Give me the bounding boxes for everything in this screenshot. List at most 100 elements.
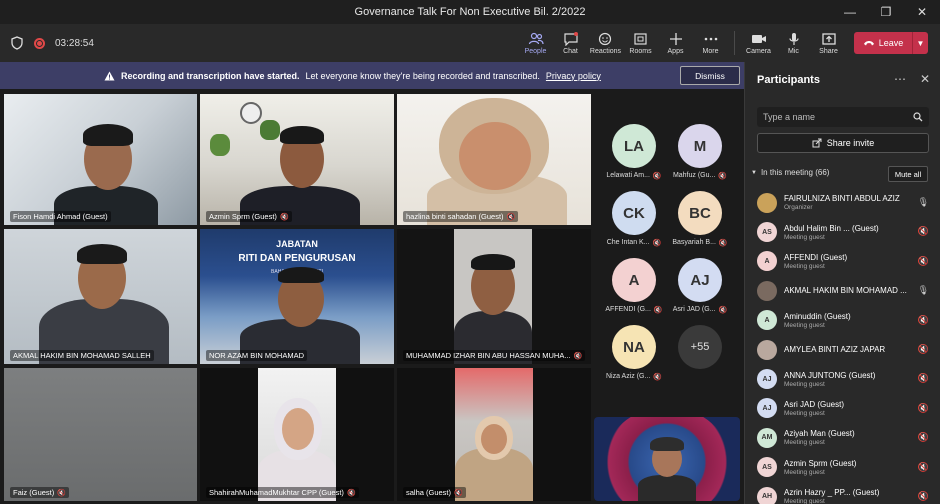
recording-icon: [34, 37, 45, 49]
participant-row[interactable]: AH Azrin Hazry _ PP... (Guest) Meeting gue…: [745, 482, 940, 504]
shield-icon[interactable]: [10, 36, 24, 50]
rooms-button[interactable]: Rooms: [624, 24, 658, 62]
chevron-down-icon[interactable]: ▼: [912, 32, 928, 54]
background-banner-text: RITI DAN PENGURUSAN: [238, 253, 356, 264]
participant-row[interactable]: FA FAIRULNIZA BINTI ABDUL AZIZOrganizer 🎙: [745, 188, 940, 217]
chat-icon: [563, 31, 579, 46]
participant-name-label: Fison Hamdi Ahmad (Guest): [10, 211, 111, 222]
dismiss-button[interactable]: Dismiss: [680, 66, 740, 85]
close-panel-icon[interactable]: ✕: [920, 72, 930, 86]
participant-name-label: MUHAMMAD IZHAR BIN ABU HASSAN MUHA... 🔇: [403, 350, 586, 361]
leave-button[interactable]: Leave ▼: [854, 32, 928, 54]
participant-name: Aziyah Man (Guest): [784, 429, 855, 439]
avatar: A: [612, 258, 656, 302]
share-button[interactable]: Share: [812, 24, 846, 62]
participant-name: Asri JAD (Guest): [784, 399, 845, 409]
video-tile[interactable]: Azmin Sprm (Guest) 🔇: [200, 94, 394, 225]
microphone-off-icon[interactable]: 🔇: [918, 256, 929, 267]
microphone-icon[interactable]: 🎙: [918, 285, 929, 296]
microphone-off-icon[interactable]: 🔇: [918, 315, 929, 326]
participant-row[interactable]: AJ Asri JAD (Guest) Meeting guest 🔇: [745, 394, 940, 423]
share-invite-icon: [812, 138, 822, 148]
participant-row[interactable]: AJ ANNA JUNTONG (Guest) Meeting guest 🔇: [745, 364, 940, 393]
microphone-off-icon: 🔇: [718, 240, 728, 247]
mic-label: Mic: [788, 47, 799, 55]
video-tile[interactable]: AKMAL HAKIM BIN MOHAMAD SALLEH: [4, 229, 197, 364]
people-button[interactable]: People: [519, 24, 553, 62]
reactions-button[interactable]: Reactions: [589, 24, 623, 62]
participant-row[interactable]: AS Abdul Halim Bin ... (Guest) Meeting gue…: [745, 217, 940, 246]
hang-up-icon: [863, 41, 874, 46]
participant-row[interactable]: AM Aziyah Man (Guest) Meeting guest 🔇: [745, 423, 940, 452]
meeting-toolbar: 03:28:54 People Chat Reactions Rooms App…: [0, 24, 940, 62]
share-invite-button[interactable]: Share invite: [757, 133, 929, 153]
mic-button[interactable]: Mic: [777, 24, 811, 62]
participant-row[interactable]: AK AKMAL HAKIM BIN MOHAMAD ... 🎙: [745, 276, 940, 305]
video-tile[interactable]: salha (Guest) 🔇: [397, 368, 591, 501]
microphone-off-icon[interactable]: 🔇: [918, 491, 929, 502]
more-participants-button[interactable]: +55: [670, 325, 730, 369]
gallery-participant[interactable]: BC Basyariah B... 🔇: [670, 191, 730, 247]
video-tile[interactable]: Faiz (Guest) 🔇: [4, 368, 197, 501]
more-options-icon[interactable]: ⋯: [894, 72, 906, 86]
microphone-off-icon: 🔇: [652, 240, 662, 247]
close-icon[interactable]: ✕: [904, 0, 940, 24]
share-screen-icon: [821, 32, 837, 46]
microphone-off-icon[interactable]: 🔇: [918, 403, 929, 414]
participant-row[interactable]: AB AMYLEA BINTI AZIZ JAPAR 🔇: [745, 335, 940, 364]
gallery-name: Che Intan K...: [606, 239, 650, 246]
microphone-off-icon[interactable]: 🔇: [918, 462, 929, 473]
participant-row[interactable]: AS Azmin Sprm (Guest) Meeting guest 🔇: [745, 453, 940, 482]
participant-name: ANNA JUNTONG (Guest): [784, 370, 876, 380]
more-label: More: [702, 47, 719, 55]
in-meeting-header[interactable]: ▼ In this meeting (66): [751, 168, 829, 177]
microphone-off-icon[interactable]: 🔇: [918, 226, 929, 237]
banner-text: Let everyone know they're being recorded…: [305, 70, 540, 81]
microphone-off-icon[interactable]: 🔇: [918, 373, 929, 384]
chevron-down-icon: ▼: [751, 169, 757, 176]
gallery-participant[interactable]: LA Lelawati Am... 🔇: [604, 124, 664, 180]
camera-button[interactable]: Camera: [742, 24, 776, 62]
chat-button[interactable]: Chat: [554, 24, 588, 62]
gallery-name: Lelawati Am...: [606, 172, 650, 179]
more-button[interactable]: More: [694, 24, 728, 62]
participant-role: Meeting guest: [784, 380, 825, 388]
microphone-off-icon: 🔇: [506, 213, 516, 221]
avatar: AK: [757, 280, 777, 301]
rooms-icon: [633, 32, 649, 46]
participant-row[interactable]: A Aminuddin (Guest) Meeting guest 🔇: [745, 306, 940, 335]
gallery-name: AFFENDI (G...: [605, 306, 651, 313]
gallery-participant[interactable]: AJ Asri JAD (G... 🔇: [670, 258, 730, 314]
participant-name: Abdul Halim Bin ... (Guest): [784, 223, 879, 233]
gallery-participant[interactable]: M Mahfuz (Gu... 🔇: [670, 124, 730, 180]
self-view-tile[interactable]: [594, 417, 740, 501]
gallery-participant[interactable]: CK Che Intan K... 🔇: [604, 191, 664, 247]
video-tile[interactable]: MUHAMMAD IZHAR BIN ABU HASSAN MUHA... 🔇: [397, 229, 591, 364]
microphone-off-icon[interactable]: 🔇: [918, 432, 929, 443]
video-tile[interactable]: Fison Hamdi Ahmad (Guest): [4, 94, 197, 225]
restore-icon[interactable]: ❐: [868, 0, 904, 24]
participants-panel: Participants ⋯ ✕ Share invite ▼ In this …: [744, 62, 940, 504]
gallery-participant[interactable]: A AFFENDI (G... 🔇: [604, 258, 664, 314]
video-tile[interactable]: JABATAN RITI DAN PENGURUSAN BAHAGIAN INT…: [200, 229, 394, 364]
microphone-off-icon[interactable]: 🔇: [918, 344, 929, 355]
search-icon: [913, 112, 923, 122]
apps-label: Apps: [667, 47, 684, 55]
gallery-name: Niza Aziz (G...: [605, 373, 651, 380]
minimize-icon[interactable]: —: [832, 0, 868, 24]
participant-name: Azrin Hazry _ PP... (Guest): [784, 488, 880, 498]
participant-search[interactable]: [757, 107, 929, 127]
video-tile[interactable]: ShahirahMuhamadMukhtar CPP (Guest) 🔇: [200, 368, 394, 501]
apps-button[interactable]: Apps: [659, 24, 693, 62]
video-tile[interactable]: hazlina binti sahadan (Guest) 🔇: [397, 94, 591, 225]
overflow-count: +55: [678, 325, 722, 369]
privacy-policy-link[interactable]: Privacy policy: [546, 71, 601, 81]
search-input[interactable]: [763, 112, 903, 122]
reactions-icon: [598, 32, 614, 46]
gallery-participant[interactable]: NA Niza Aziz (G... 🔇: [604, 325, 664, 381]
participant-row[interactable]: A AFFENDI (Guest) Meeting guest 🔇: [745, 247, 940, 276]
microphone-icon[interactable]: 🎙: [918, 197, 929, 208]
mute-all-button[interactable]: Mute all: [888, 166, 928, 182]
panel-title: Participants: [757, 74, 820, 86]
background-banner-text: JABATAN: [276, 239, 318, 249]
